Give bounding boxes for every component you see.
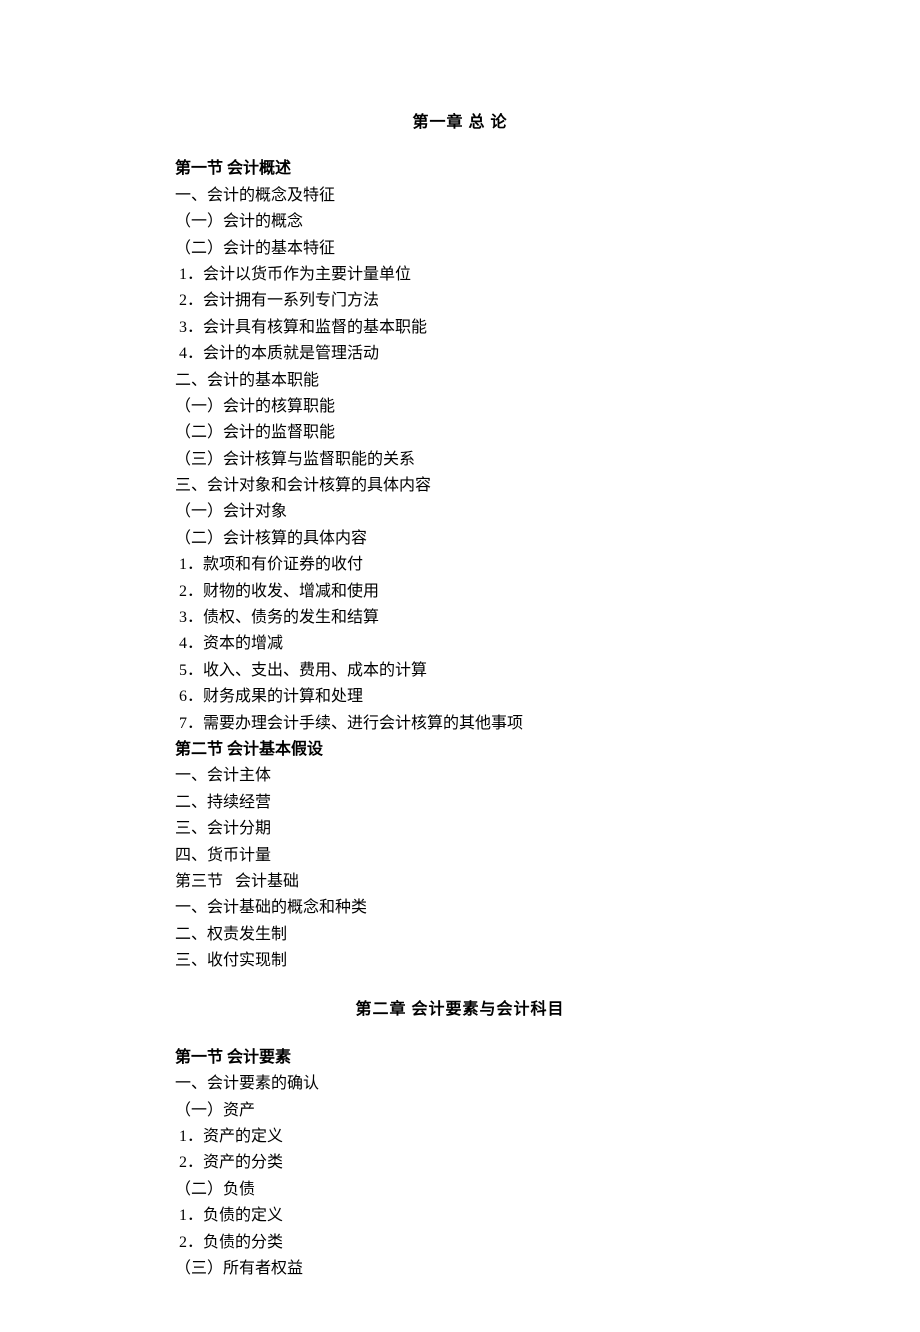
outline-line: 2．会计拥有一系列专门方法 [175, 288, 745, 314]
outline-line: 3．会计具有核算和监督的基本职能 [175, 315, 745, 341]
outline-line: 4．资本的增减 [175, 631, 745, 657]
outline-line: 一、会计的概念及特征 [175, 183, 745, 209]
outline-line: 1．款项和有价证券的收付 [175, 552, 745, 578]
outline-line: 三、收付实现制 [175, 948, 745, 974]
outline-line: 一、会计主体 [175, 763, 745, 789]
outline-line: 一、会计要素的确认 [175, 1071, 745, 1097]
outline-line: 2．资产的分类 [175, 1150, 745, 1176]
outline-line: 4．会计的本质就是管理活动 [175, 341, 745, 367]
section-1-1-title: 第一节 会计概述 [175, 156, 745, 182]
outline-line: 三、会计对象和会计核算的具体内容 [175, 473, 745, 499]
section-1-2-title: 第二节 会计基本假设 [175, 737, 745, 763]
outline-line: 1．会计以货币作为主要计量单位 [175, 262, 745, 288]
outline-line: 7．需要办理会计手续、进行会计核算的其他事项 [175, 711, 745, 737]
outline-line: （二）会计核算的具体内容 [175, 526, 745, 552]
outline-line: 1．负债的定义 [175, 1203, 745, 1229]
outline-line: 1．资产的定义 [175, 1124, 745, 1150]
outline-line: 二、权责发生制 [175, 922, 745, 948]
outline-line: 2．财物的收发、增减和使用 [175, 579, 745, 605]
outline-line: （二）会计的基本特征 [175, 236, 745, 262]
section-2-1-title: 第一节 会计要素 [175, 1045, 745, 1071]
outline-line: （三）会计核算与监督职能的关系 [175, 447, 745, 473]
outline-line: 5．收入、支出、费用、成本的计算 [175, 658, 745, 684]
outline-line: （二）负债 [175, 1177, 745, 1203]
outline-line: 四、货币计量 [175, 843, 745, 869]
outline-line: 三、会计分期 [175, 816, 745, 842]
outline-line: （一）资产 [175, 1098, 745, 1124]
outline-line: 2．负债的分类 [175, 1230, 745, 1256]
outline-line: （二）会计的监督职能 [175, 420, 745, 446]
outline-line: 3．债权、债务的发生和结算 [175, 605, 745, 631]
outline-line: （一）会计对象 [175, 499, 745, 525]
outline-line: 二、会计的基本职能 [175, 368, 745, 394]
outline-line: （一）会计的概念 [175, 209, 745, 235]
outline-line: 一、会计基础的概念和种类 [175, 895, 745, 921]
outline-line: （三）所有者权益 [175, 1256, 745, 1282]
chapter-2-title: 第二章 会计要素与会计科目 [175, 997, 745, 1023]
outline-line: （一）会计的核算职能 [175, 394, 745, 420]
outline-line: 二、持续经营 [175, 790, 745, 816]
section-1-3-title: 第三节 会计基础 [175, 869, 745, 895]
chapter-1-title: 第一章 总 论 [175, 110, 745, 136]
outline-line: 6．财务成果的计算和处理 [175, 684, 745, 710]
